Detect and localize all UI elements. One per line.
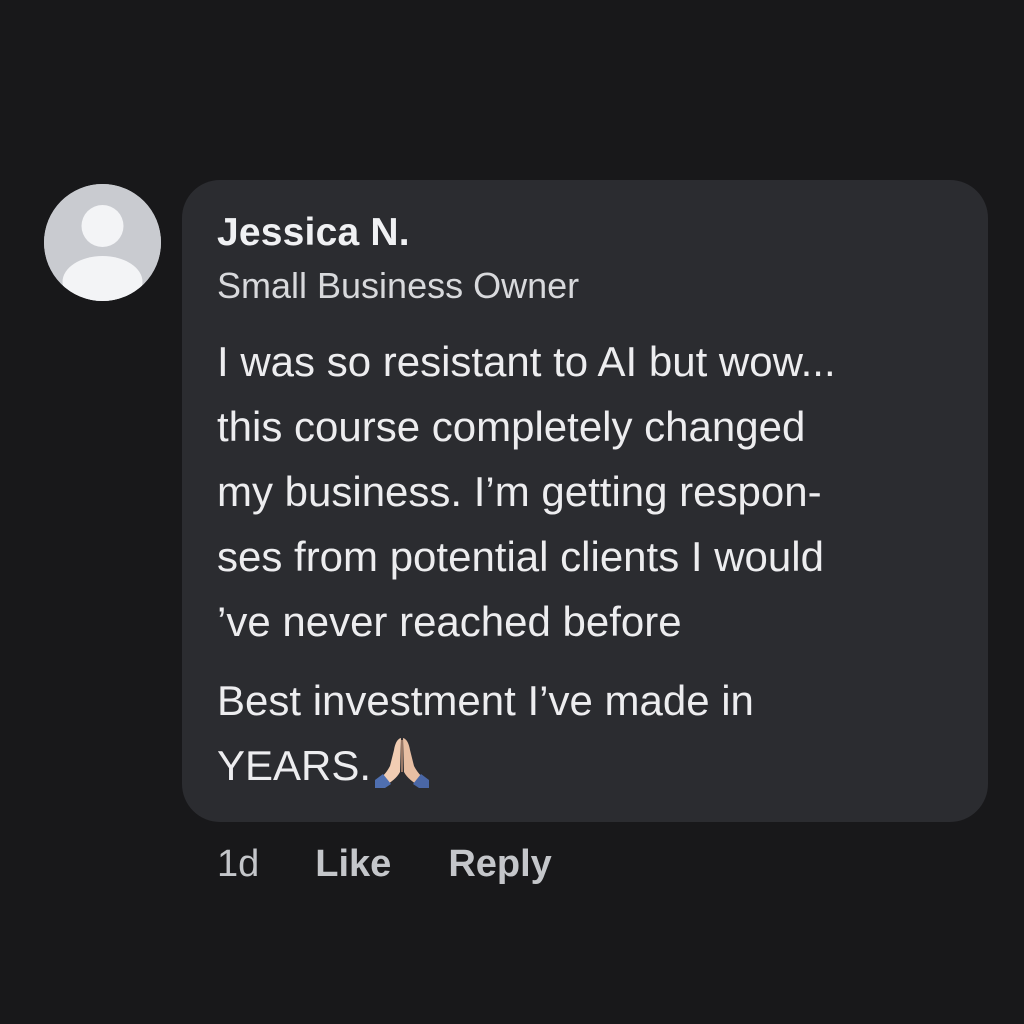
comment-body-line: ses from potential clients I would (217, 533, 824, 580)
comment-body: I was so resistant to AI but wow... this… (217, 329, 958, 654)
reply-button[interactable]: Reply (448, 843, 551, 886)
comment-body-line: my business. I’m getting respon- (217, 468, 822, 515)
comment-body-line: I was so resistant to AI but wow... (217, 338, 836, 385)
comment-body-line: ’ve never reached before (217, 598, 682, 645)
comment-closing: Best investment I’ve made in YEARS. (217, 668, 958, 798)
comment-author[interactable]: Jessica N. (217, 206, 958, 260)
like-button[interactable]: Like (315, 843, 391, 886)
comment-closing-row: YEARS. (217, 733, 958, 798)
comment-actions: 1d Like Reply (217, 838, 552, 890)
comment-timestamp[interactable]: 1d (217, 843, 259, 886)
comment-closing-line: YEARS. (217, 742, 372, 789)
author-title: Small Business Owner (217, 265, 580, 306)
comment-body-line: this course completely changed (217, 403, 806, 450)
comment-closing-line: Best investment I’ve made in (217, 677, 754, 724)
folded-hands-icon (373, 736, 431, 788)
comment-bubble: Jessica N. Small Business Owner I was so… (182, 180, 988, 822)
default-user-icon (44, 184, 161, 301)
avatar[interactable] (44, 184, 161, 301)
